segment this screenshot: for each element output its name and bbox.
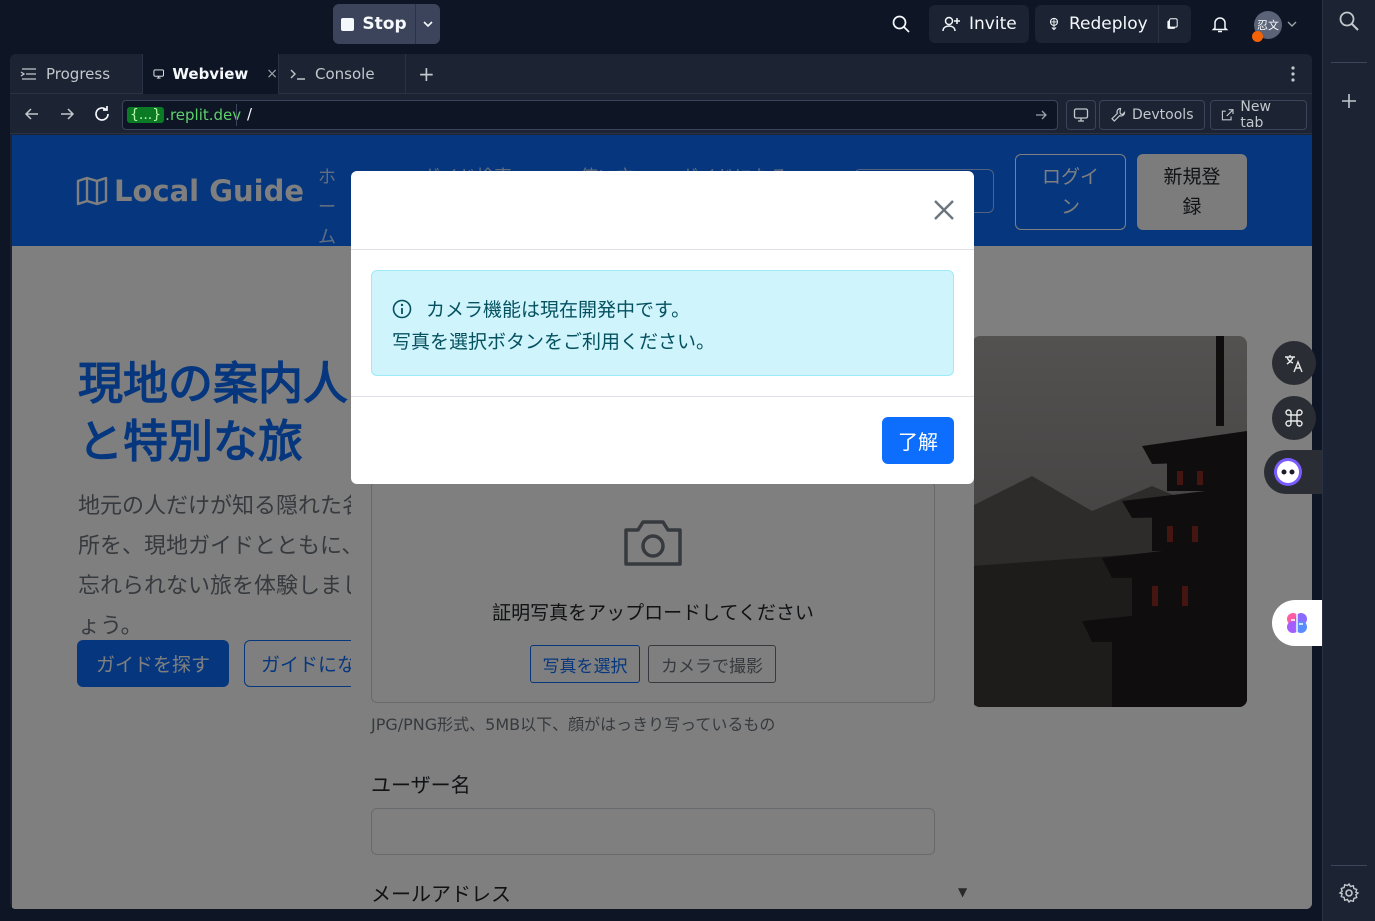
newtab-label: New tab [1240,99,1271,131]
tab-webview[interactable]: Webview × [143,54,278,94]
alert-message-2: 写真を選択ボタンをご利用ください。 [392,331,716,353]
external-link-icon [1221,109,1234,121]
new-tab-button[interactable]: New tab [1210,99,1307,131]
tab-progress[interactable]: Progress [10,54,142,94]
modal-header-divider [351,249,974,250]
right-rail [1322,0,1375,921]
webview-content: Local Guide ホーム ガイド検索 使い方 ガイドになる ログイン 新規… [12,135,1312,909]
deployments-icon[interactable] [1166,15,1179,33]
url-host: {...} .replit.dev [127,105,241,125]
forward-icon[interactable] [55,102,79,126]
assistant-widget[interactable] [1264,450,1322,494]
tab-console[interactable]: Console [279,54,405,94]
search-icon[interactable] [1337,9,1361,33]
close-icon[interactable] [931,197,957,223]
tab-divider [405,54,406,94]
tab-label: Webview [172,65,249,83]
ide-topbar: Stop Invite Redeploy 忍文 [0,0,1322,50]
chevron-down-icon[interactable] [1284,12,1300,36]
url-domain: .replit.dev [165,106,242,124]
ok-button[interactable]: 了解 [882,417,954,464]
close-tab-icon[interactable]: × [266,66,278,82]
deploy-icon [1049,17,1059,31]
avatar[interactable]: 忍文 [1252,11,1282,42]
monitor-icon [1073,108,1089,122]
tab-label: Progress [46,65,111,83]
more-icon[interactable] [1280,54,1304,94]
add-tab-button[interactable]: + [408,54,438,94]
stop-square-icon [341,17,355,31]
go-arrow-icon[interactable] [1031,105,1051,125]
notification-dot [1252,31,1263,42]
redeploy-button[interactable]: Redeploy [1035,5,1191,43]
alert-message: カメラ機能は現在開発中です。 [426,299,691,321]
device-preview-button[interactable] [1066,100,1096,130]
webview-pane: Progress Webview × Console + {...} .repl… [10,54,1312,909]
plus-icon: + [418,62,435,86]
invite-button[interactable]: Invite [929,5,1029,43]
info-alert: カメラ機能は現在開発中です。 写真を選択ボタンをご利用ください。 [371,270,954,376]
bell-icon[interactable] [1208,12,1232,36]
info-circle-icon [392,299,412,318]
url-toolbar: {...} .replit.dev / Devtools New tab [10,94,1312,134]
url-input[interactable]: {...} .replit.dev / [122,100,1058,130]
modal-footer-divider [351,396,974,397]
brain-icon [1287,613,1307,633]
ai-brain-widget[interactable] [1272,600,1322,646]
gear-icon[interactable] [1337,881,1361,905]
command-icon[interactable] [1272,396,1316,440]
camera-info-modal: カメラ機能について カメラ機能は現在開発中です。 写真を選択ボタンをご利用くださ… [351,171,974,484]
invite-label: Invite [969,14,1017,34]
wrench-icon [1111,107,1126,122]
devtools-button[interactable]: Devtools [1099,100,1205,130]
avatar-text: 忍文 [1257,19,1279,32]
assistant-face-icon [1274,458,1302,486]
redeploy-divider [1157,5,1159,43]
back-icon[interactable] [20,102,44,126]
rail-divider [1331,865,1367,866]
stop-dropdown-button[interactable] [415,4,440,44]
tab-label: Console [315,65,375,83]
modal-title: カメラ機能について [371,203,569,228]
redeploy-label: Redeploy [1068,14,1148,34]
progress-icon [20,68,36,80]
rail-divider [1331,62,1367,63]
stop-button[interactable]: Stop [333,4,415,44]
url-divider [236,104,237,126]
translate-icon[interactable] [1272,341,1316,385]
pane-tabs: Progress Webview × Console + [10,54,1312,94]
stop-label: Stop [362,14,407,34]
add-pane-icon[interactable] [1337,89,1361,113]
chevron-down-icon [423,21,433,28]
url-path[interactable]: / [247,105,252,123]
stop-group: Stop [333,4,440,44]
reload-icon[interactable] [90,102,114,126]
url-braces: {...} [127,107,165,123]
add-user-icon [942,16,960,32]
search-icon[interactable] [889,12,913,36]
devtools-label: Devtools [1132,107,1194,123]
monitor-icon [153,69,164,79]
alert-line: カメラ機能は現在開発中です。 [392,295,690,322]
terminal-icon [290,69,305,80]
